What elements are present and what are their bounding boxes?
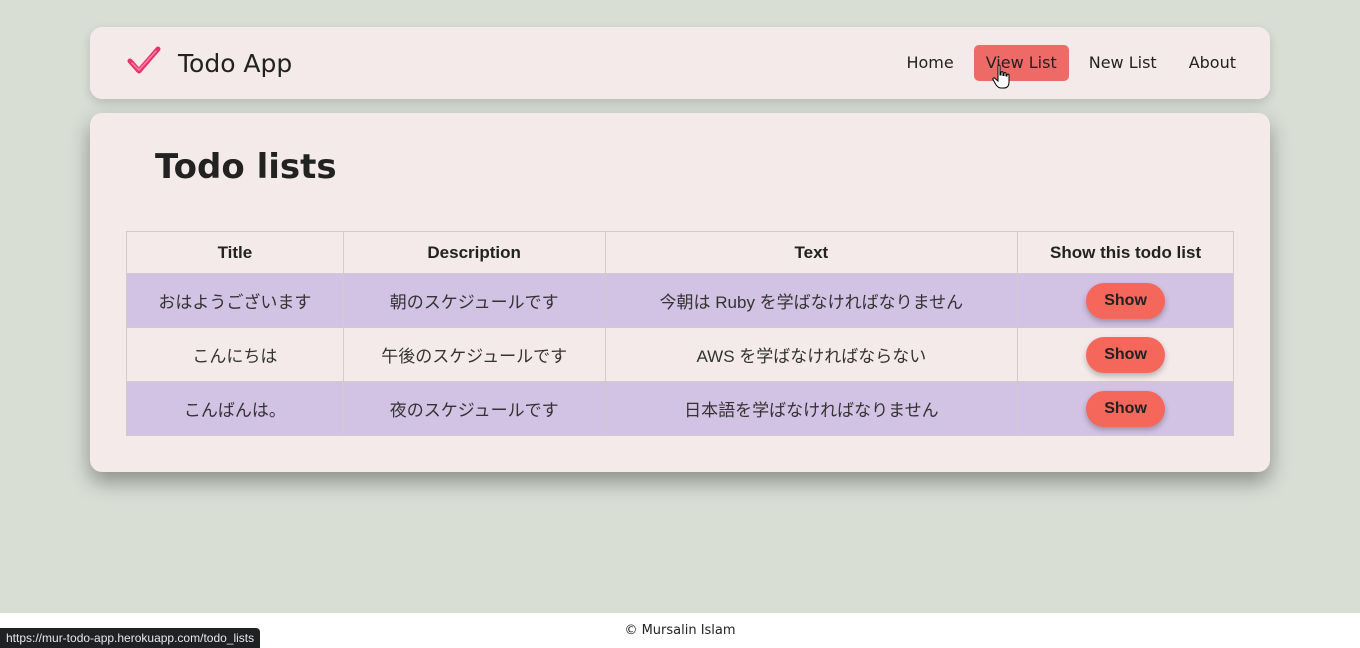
nav-menu: Home View List New List About xyxy=(886,45,1248,81)
table-row: こんにちは 午後のスケジュールです AWS を学ばなければならない Show xyxy=(126,327,1234,382)
cell-title: こんにちは xyxy=(126,327,344,382)
show-button[interactable]: Show xyxy=(1086,282,1165,319)
show-button[interactable]: Show xyxy=(1086,390,1165,427)
main-card: Todo lists Title Description Text Show t… xyxy=(90,113,1270,472)
column-header-title: Title xyxy=(126,231,344,274)
column-header-description: Description xyxy=(342,231,606,274)
nav-item-new-list[interactable]: New List xyxy=(1077,45,1169,81)
column-header-text: Text xyxy=(604,231,1019,274)
cell-action: Show xyxy=(1017,273,1234,328)
column-header-show: Show this todo list xyxy=(1017,231,1234,274)
table-row: おはようございます 朝のスケジュールです 今朝は Ruby を学ばなければなりま… xyxy=(126,273,1234,328)
checkmark-icon xyxy=(126,43,162,83)
cell-description: 朝のスケジュールです xyxy=(342,273,606,328)
cell-text: 日本語を学ばなければなりません xyxy=(604,381,1019,436)
cell-text: AWS を学ばなければならない xyxy=(604,327,1019,382)
nav-item-view-list[interactable]: View List xyxy=(973,45,1069,81)
page-title: Todo lists xyxy=(155,147,337,187)
cell-description: 夜のスケジュールです xyxy=(342,381,606,436)
navbar: Todo App Home View List New List About xyxy=(90,27,1270,99)
show-button[interactable]: Show xyxy=(1086,336,1165,373)
table-row: こんばんは。 夜のスケジュールです 日本語を学ばなければなりません Show xyxy=(126,381,1234,436)
table-header-row: Title Description Text Show this todo li… xyxy=(126,231,1234,274)
nav-item-home[interactable]: Home xyxy=(894,45,965,81)
cell-action: Show xyxy=(1017,327,1234,382)
todo-lists-table: Title Description Text Show this todo li… xyxy=(126,231,1234,436)
nav-item-about[interactable]: About xyxy=(1177,45,1248,81)
copyright-text: © Mursalin Islam xyxy=(624,623,736,638)
hand-cursor-icon xyxy=(992,64,1010,89)
cell-description: 午後のスケジュールです xyxy=(342,327,606,382)
status-bar-url: https://mur-todo-app.herokuapp.com/todo_… xyxy=(0,628,261,648)
cell-title: こんばんは。 xyxy=(126,381,344,436)
cell-action: Show xyxy=(1017,381,1234,436)
brand-name: Todo App xyxy=(178,48,293,78)
brand[interactable]: Todo App xyxy=(126,43,292,83)
cell-text: 今朝は Ruby を学ばなければなりません xyxy=(604,273,1019,328)
cell-title: おはようございます xyxy=(126,273,344,328)
